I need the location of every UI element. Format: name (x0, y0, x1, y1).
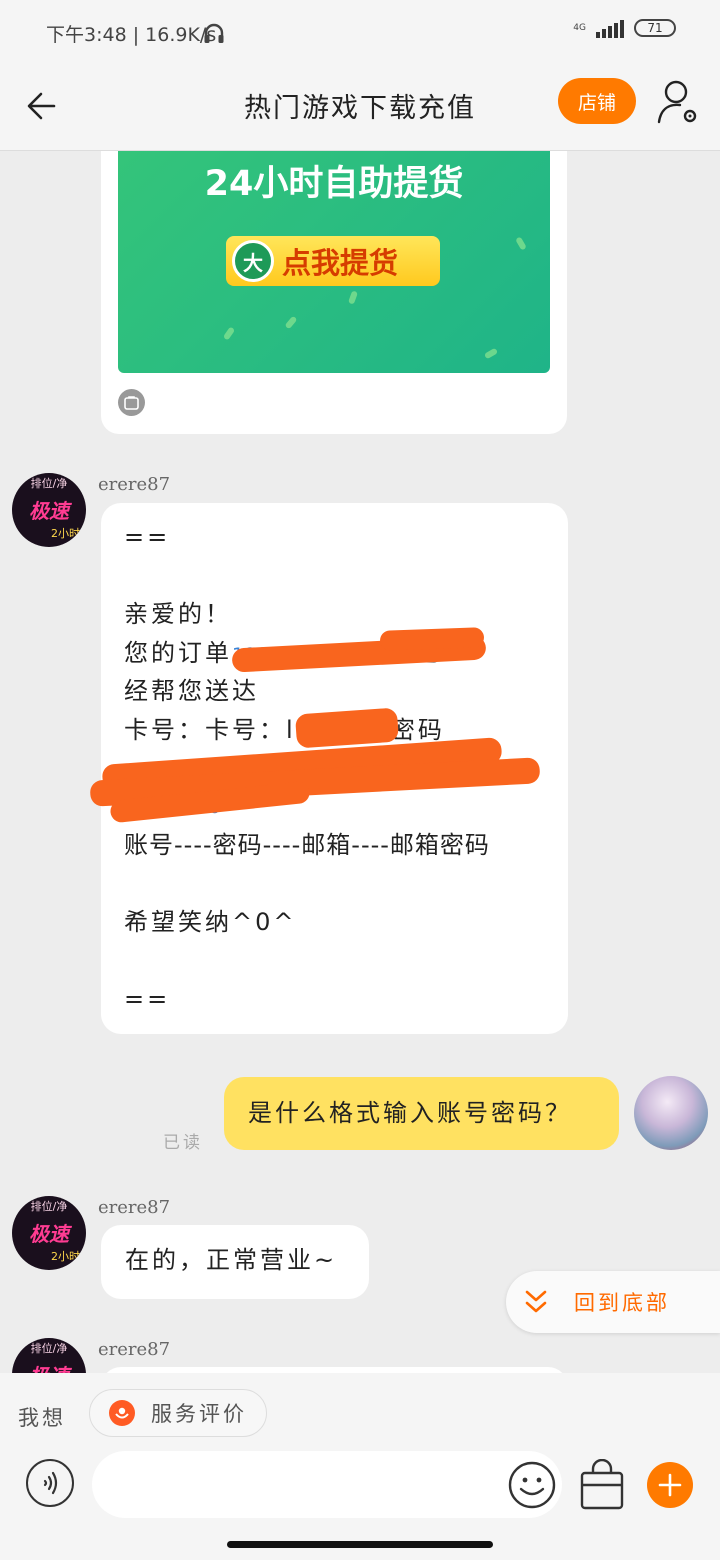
pickup-label: 点我提货 (282, 246, 399, 280)
message-input[interactable] (92, 1451, 562, 1518)
msg-line: == (124, 523, 171, 551)
promo-banner[interactable]: 24小时自助提货 大 点我提货 (118, 151, 550, 373)
shopping-bag-icon[interactable] (579, 1459, 625, 1511)
status-bar: 下午3:48 | 16.9K/s 4G 71 (0, 0, 720, 66)
shop-avatar[interactable]: 排位/净 极速 2小时 (12, 1196, 86, 1270)
my-message-bubble[interactable]: 是什么格式输入账号密码？ (224, 1077, 619, 1150)
shop-button[interactable]: 店铺 (558, 78, 636, 124)
network-type: 4G (573, 22, 586, 33)
flower-icon (109, 1400, 135, 1426)
msg-text-span: 您的订单 (124, 638, 232, 667)
redaction-scribble (379, 627, 485, 651)
sender-name: erere87 (98, 474, 171, 495)
avatar-top-text: 排位/净 (30, 477, 68, 490)
emoji-icon[interactable] (508, 1461, 556, 1509)
voice-button[interactable] (26, 1459, 74, 1507)
promo-headline: 24小时自助提货 (204, 164, 464, 204)
msg-line: 经帮您送达 (124, 677, 259, 705)
shop-avatar[interactable]: 排位/净 极速 2小时 (12, 473, 86, 547)
signal-icon (596, 18, 624, 38)
plus-icon (658, 1473, 682, 1497)
avatar-logo-text: 极速 (29, 1222, 69, 1246)
status-time: 下午3:48 | 16.9K/s (46, 24, 217, 46)
service-review-chip[interactable]: 服务评价 (89, 1389, 267, 1437)
msg-line: 希望笑纳^0^ (124, 908, 297, 936)
chat-header: 热门游戏下载充值 店铺 (0, 66, 720, 151)
status-indicators: 4G 71 (573, 18, 676, 38)
headphones-icon (204, 23, 224, 43)
avatar-top-text: 排位/净 (30, 1200, 68, 1213)
msg-line: == (124, 985, 171, 1013)
voice-icon (43, 1471, 58, 1495)
input-footer: 我想 服务评价 (0, 1373, 720, 1560)
chat-messages[interactable]: 24小时自助提货 大 点我提货 排位/净 极速 2小时 erere87 == 亲… (0, 151, 720, 1373)
sender-name: erere87 (98, 1339, 171, 1360)
avatar-bottom-text: 2小时 (51, 527, 80, 540)
chevron-down-double-icon (525, 1290, 547, 1313)
msg-line (124, 865, 546, 904)
msg-line: 账号----密码----邮箱----邮箱密码 (124, 831, 490, 859)
msg-line (124, 557, 546, 596)
battery-icon: 71 (634, 19, 676, 37)
jump-to-bottom-button[interactable]: 回到底部 (506, 1271, 720, 1333)
home-indicator[interactable] (227, 1541, 493, 1548)
service-review-label: 服务评价 (151, 1402, 247, 1426)
sender-name: erere87 (98, 1197, 171, 1218)
redaction-scribble (294, 707, 400, 749)
message-text: 在的，正常营业~ (125, 1246, 338, 1274)
avatar-logo-text: 极速 (29, 499, 69, 523)
pickup-icon: 大 (232, 240, 274, 282)
card-source-icon (118, 389, 145, 416)
msg-line: 亲爱的！ (124, 600, 232, 628)
my-message-text: 是什么格式输入账号密码？ (248, 1099, 572, 1127)
jump-to-bottom-label: 回到底部 (574, 1291, 670, 1315)
avatar-logo-text: 极速 (12, 1360, 86, 1373)
msg-line (124, 942, 546, 981)
plus-button[interactable] (647, 1462, 693, 1508)
avatar-bottom-text: 2小时 (51, 1250, 80, 1263)
user-settings-icon[interactable] (656, 78, 700, 126)
promo-card[interactable]: 24小时自助提货 大 点我提货 (101, 151, 567, 434)
want-label: 我想 (18, 1406, 66, 1430)
shop-avatar[interactable]: 排位/净 极速 2小时 (12, 1338, 86, 1373)
pickup-button[interactable]: 大 点我提货 (226, 236, 440, 286)
message-bubble[interactable]: 在的，正常营业~ (101, 1225, 369, 1299)
read-status: 已读 (163, 1133, 203, 1153)
my-avatar[interactable] (634, 1076, 708, 1150)
avatar-top-text: 排位/净 (30, 1342, 68, 1355)
